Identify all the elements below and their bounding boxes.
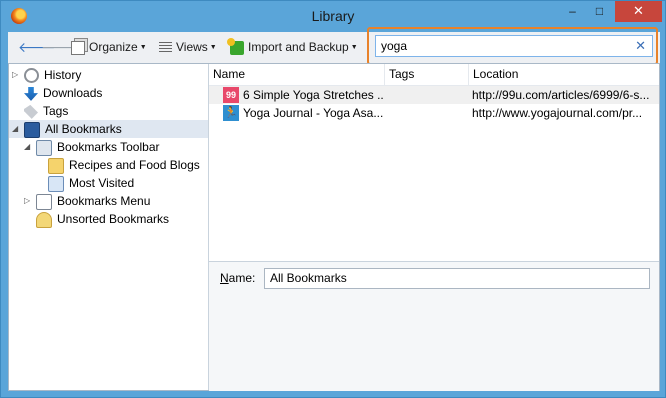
sidebar-item-label: Tags <box>43 104 69 118</box>
views-menu-button[interactable]: Views ▼ <box>159 32 217 63</box>
bookmark-name: Yoga Journal - Yoga Asa... <box>243 106 383 120</box>
table-row[interactable]: 99 6 Simple Yoga Stretches ... http://99… <box>209 86 659 104</box>
favicon-99u-icon: 99 <box>223 87 239 103</box>
favicon-yoga-journal-icon: 🏃 <box>223 105 239 121</box>
tags-icon <box>24 104 38 119</box>
import-backup-menu-button[interactable]: Import and Backup ▼ <box>227 32 358 63</box>
downloads-icon <box>24 86 38 101</box>
chevron-down-icon: ▼ <box>139 44 147 52</box>
bookmark-name: 6 Simple Yoga Stretches ... <box>243 88 383 102</box>
sidebar-item-label: Downloads <box>43 86 103 100</box>
search-box[interactable]: ✕ <box>375 35 653 57</box>
sidebar-item-tags[interactable]: Tags <box>9 102 208 120</box>
details-pane: Name: All Bookmarks <box>209 261 659 391</box>
sidebar-item-bookmarks-toolbar[interactable]: ◢ Bookmarks Toolbar <box>9 138 208 156</box>
close-button[interactable]: ✕ <box>615 1 662 22</box>
organize-label: Organize <box>89 40 138 54</box>
sidebar-tree: ▷ History Downloads Tags ◢ All Bookmarks… <box>9 64 209 390</box>
most-visited-icon <box>48 175 64 192</box>
library-content: ▷ History Downloads Tags ◢ All Bookmarks… <box>8 63 660 391</box>
chevron-down-icon: ▼ <box>209 44 217 52</box>
import-backup-label: Import and Backup <box>248 40 349 54</box>
sidebar-item-label: Recipes and Food Blogs <box>69 158 200 172</box>
sidebar-item-recipes[interactable]: Recipes and Food Blogs <box>9 156 208 174</box>
expand-arrow-icon[interactable]: ▷ <box>12 66 18 84</box>
name-field-label: Name: <box>220 271 256 285</box>
column-header-row: Name Tags Location <box>209 64 659 86</box>
column-header-name[interactable]: Name <box>209 64 385 85</box>
collapse-arrow-icon[interactable]: ◢ <box>24 138 30 156</box>
column-header-tags[interactable]: Tags <box>385 64 469 85</box>
clear-search-icon[interactable]: ✕ <box>635 38 646 54</box>
sidebar-item-unsorted-bookmarks[interactable]: Unsorted Bookmarks <box>9 210 208 228</box>
sidebar-item-downloads[interactable]: Downloads <box>9 84 208 102</box>
views-label: Views <box>176 40 208 54</box>
organize-icon <box>71 40 85 55</box>
table-row[interactable]: 🏃 Yoga Journal - Yoga Asa... http://www.… <box>209 104 659 122</box>
sidebar-item-bookmarks-menu[interactable]: ▷ Bookmarks Menu <box>9 192 208 210</box>
chevron-down-icon: ▼ <box>350 44 358 52</box>
column-header-location[interactable]: Location <box>469 64 659 85</box>
sidebar-item-label: All Bookmarks <box>45 122 122 136</box>
search-input[interactable] <box>381 38 621 54</box>
sidebar-item-history[interactable]: ▷ History <box>9 66 208 84</box>
sidebar-item-label: Bookmarks Menu <box>57 194 151 208</box>
sidebar-item-all-bookmarks[interactable]: ◢ All Bookmarks <box>9 120 208 138</box>
name-field[interactable]: All Bookmarks <box>264 268 650 289</box>
maximize-button[interactable]: □ <box>586 1 613 22</box>
organize-menu-button[interactable]: Organize ▼ <box>71 32 147 63</box>
collapse-arrow-icon[interactable]: ◢ <box>12 120 18 138</box>
bookmark-location: http://99u.com/articles/6999/6-s... <box>472 88 650 102</box>
sidebar-item-label: Bookmarks Toolbar <box>57 140 160 154</box>
bookmarks-pane: Name Tags Location 99 6 Simple Yoga Stre… <box>209 64 659 391</box>
bookmarks-menu-icon <box>36 193 52 210</box>
sidebar-item-label: History <box>44 68 82 82</box>
sidebar-item-most-visited[interactable]: Most Visited <box>9 174 208 192</box>
views-icon <box>159 42 172 54</box>
all-bookmarks-icon <box>24 121 40 138</box>
bookmark-location: http://www.yogajournal.com/pr... <box>472 106 643 120</box>
minimize-button[interactable]: – <box>559 1 586 22</box>
unsorted-bookmarks-icon <box>36 211 52 228</box>
library-window: Library – □ ✕ 🡐 🡒 Organize ▼ Views ▼ Impor… <box>0 0 666 398</box>
sidebar-item-label: Unsorted Bookmarks <box>57 212 170 226</box>
folder-icon <box>48 157 64 174</box>
history-icon <box>24 68 39 84</box>
bookmarks-toolbar-icon <box>36 139 52 156</box>
sidebar-item-label: Most Visited <box>69 176 135 190</box>
import-backup-icon <box>227 37 244 55</box>
expand-arrow-icon[interactable]: ▷ <box>24 192 30 210</box>
